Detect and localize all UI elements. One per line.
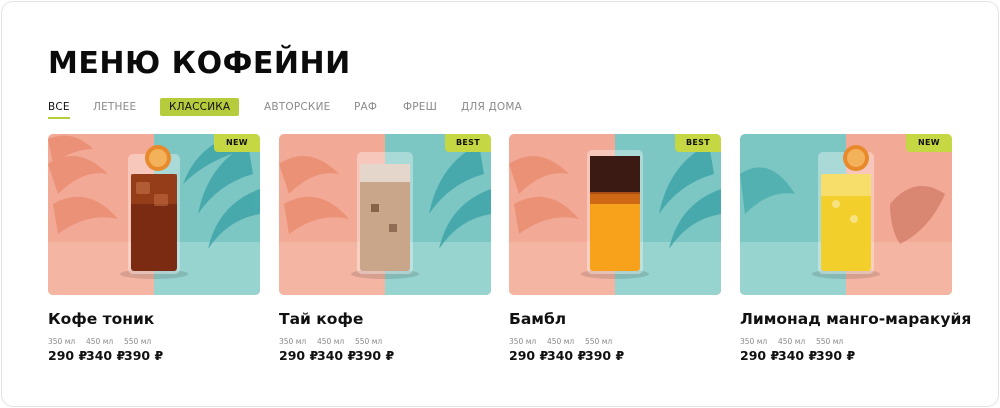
size-option[interactable]: 350 мл 290 ₽ bbox=[279, 337, 319, 363]
size-price-list: 350 мл 290 ₽ 450 мл 340 ₽ 550 мл 390 ₽ bbox=[740, 337, 856, 363]
size-volume: 550 мл bbox=[355, 337, 383, 346]
tab-raf[interactable]: РАФ bbox=[354, 98, 377, 116]
product-card-bumble[interactable]: BEST Бамбл 350 мл 290 ₽ 450 мл 340 ₽ 550 м… bbox=[509, 134, 721, 366]
product-name: Лимонад манго-маракуйя bbox=[740, 310, 972, 328]
page-title: МЕНЮ КОФЕЙНИ bbox=[48, 46, 351, 81]
size-volume: 450 мл bbox=[547, 337, 575, 346]
product-photo bbox=[48, 134, 260, 295]
size-volume: 350 мл bbox=[509, 337, 537, 346]
size-option[interactable]: 550 мл 390 ₽ bbox=[816, 337, 856, 363]
product-name: Тай кофе bbox=[279, 310, 364, 328]
size-price: 340 ₽ bbox=[86, 348, 126, 363]
size-price-list: 350 мл 290 ₽ 450 мл 340 ₽ 550 мл 390 ₽ bbox=[48, 337, 164, 363]
product-card-mango-passionfruit-lemonade[interactable]: NEW Лимонад манго-маракуйя 350 мл 290 ₽ 4… bbox=[740, 134, 971, 366]
size-volume: 450 мл bbox=[86, 337, 114, 346]
product-card-coffee-tonic[interactable]: NEW Кофе тоник 350 мл 290 ₽ 450 мл 340 ₽ 5… bbox=[48, 134, 260, 366]
size-option[interactable]: 550 мл 390 ₽ bbox=[355, 337, 395, 363]
product-name: Бамбл bbox=[509, 310, 567, 328]
size-price: 290 ₽ bbox=[48, 348, 88, 363]
size-volume: 550 мл bbox=[816, 337, 844, 346]
size-volume: 350 мл bbox=[740, 337, 768, 346]
size-volume: 450 мл bbox=[317, 337, 345, 346]
size-price: 340 ₽ bbox=[547, 348, 587, 363]
size-price: 340 ₽ bbox=[317, 348, 357, 363]
tab-fresh[interactable]: ФРЕШ bbox=[403, 98, 437, 116]
size-volume: 450 мл bbox=[778, 337, 806, 346]
size-option[interactable]: 350 мл 290 ₽ bbox=[509, 337, 549, 363]
tab-summer[interactable]: ЛЕТНЕЕ bbox=[93, 98, 136, 116]
size-price: 340 ₽ bbox=[778, 348, 818, 363]
best-badge: BEST bbox=[445, 134, 491, 152]
new-badge: NEW bbox=[214, 134, 260, 152]
size-price: 290 ₽ bbox=[279, 348, 319, 363]
size-option[interactable]: 450 мл 340 ₽ bbox=[86, 337, 126, 363]
size-option[interactable]: 550 мл 390 ₽ bbox=[585, 337, 625, 363]
tab-signature[interactable]: АВТОРСКИЕ bbox=[264, 98, 330, 116]
product-card-thai-coffee[interactable]: BEST Тай кофе 350 мл 290 ₽ 450 мл 340 ₽ 55… bbox=[279, 134, 491, 366]
size-price-list: 350 мл 290 ₽ 450 мл 340 ₽ 550 мл 390 ₽ bbox=[279, 337, 395, 363]
size-option[interactable]: 450 мл 340 ₽ bbox=[317, 337, 357, 363]
size-volume: 350 мл bbox=[48, 337, 76, 346]
size-volume: 350 мл bbox=[279, 337, 307, 346]
size-option[interactable]: 450 мл 340 ₽ bbox=[547, 337, 587, 363]
size-price: 390 ₽ bbox=[816, 348, 856, 363]
size-option[interactable]: 350 мл 290 ₽ bbox=[48, 337, 88, 363]
size-option[interactable]: 350 мл 290 ₽ bbox=[740, 337, 780, 363]
product-name: Кофе тоник bbox=[48, 310, 155, 328]
size-option[interactable]: 450 мл 340 ₽ bbox=[778, 337, 818, 363]
size-price: 290 ₽ bbox=[509, 348, 549, 363]
new-badge: NEW bbox=[906, 134, 952, 152]
size-volume: 550 мл bbox=[124, 337, 152, 346]
tab-classic[interactable]: КЛАССИКА bbox=[160, 98, 240, 116]
size-option[interactable]: 550 мл 390 ₽ bbox=[124, 337, 164, 363]
size-volume: 550 мл bbox=[585, 337, 613, 346]
product-photo bbox=[740, 134, 952, 295]
tab-for-home[interactable]: ДЛЯ ДОМА bbox=[461, 98, 522, 116]
size-price-list: 350 мл 290 ₽ 450 мл 340 ₽ 550 мл 390 ₽ bbox=[509, 337, 625, 363]
size-price: 290 ₽ bbox=[740, 348, 780, 363]
product-photo bbox=[509, 134, 721, 295]
size-price: 390 ₽ bbox=[585, 348, 625, 363]
size-price: 390 ₽ bbox=[124, 348, 164, 363]
size-price: 390 ₽ bbox=[355, 348, 395, 363]
product-photo bbox=[279, 134, 491, 295]
best-badge: BEST bbox=[675, 134, 721, 152]
tab-all[interactable]: ВСЕ bbox=[48, 98, 70, 119]
